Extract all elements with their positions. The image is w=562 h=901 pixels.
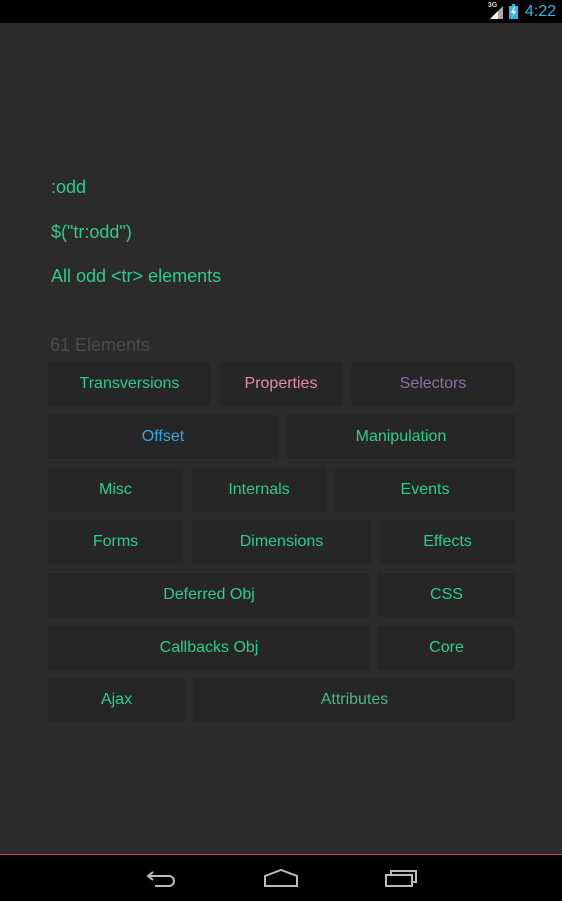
selector-description: All odd <tr> elements [51,266,222,286]
category-attributes[interactable]: Attributes [194,678,515,722]
category-label: Deferred Obj [163,586,255,603]
category-deferred-obj[interactable]: Deferred Obj [48,573,370,617]
selector-name: :odd [51,177,87,197]
category-label: Dimensions [239,533,324,550]
category-offset[interactable]: Offset [48,415,278,459]
recents-icon [385,870,417,887]
category-label: Selectors [399,375,467,392]
category-effects[interactable]: Effects [380,520,515,564]
elements-count: 61 Elements [50,335,151,355]
category-events[interactable]: Events [335,468,515,512]
category-label: Offset [141,428,185,445]
category-label: Ajax [100,691,133,708]
category-label: Events [400,481,450,498]
category-label: Internals [228,481,290,498]
category-label: Attributes [320,691,389,708]
category-label: Transversions [79,375,180,392]
category-forms[interactable]: Forms [48,520,183,564]
selector-usage: $("tr:odd") [51,222,132,242]
category-label: Callbacks Obj [159,639,259,656]
category-core[interactable]: Core [378,626,515,670]
home-button[interactable] [261,865,301,891]
category-label: CSS [430,586,463,603]
status-bar: 3G 4:22 [0,0,562,23]
category-label: Core [429,639,464,656]
back-icon [146,871,175,887]
category-label: Forms [92,533,139,550]
category-internals[interactable]: Internals [192,468,326,512]
category-label: Manipulation [355,428,447,445]
category-transversions[interactable]: Transversions [48,362,211,406]
category-manipulation[interactable]: Manipulation [287,415,515,459]
status-icons: 3G 4:22 [488,0,556,23]
category-label: Properties [244,375,318,392]
category-properties[interactable]: Properties [220,362,342,406]
category-ajax[interactable]: Ajax [48,678,185,722]
category-selectors[interactable]: Selectors [351,362,515,406]
category-misc[interactable]: Misc [48,468,183,512]
navigation-bar [0,854,562,901]
category-dimensions[interactable]: Dimensions [192,520,371,564]
home-icon [264,868,298,887]
signal-icon: 3G [488,2,504,20]
category-css[interactable]: CSS [378,573,515,617]
category-label: Effects [423,533,472,550]
recents-button[interactable] [381,865,421,891]
battery-charging-icon [508,4,518,19]
back-button[interactable] [141,865,181,891]
category-label: Misc [99,481,132,498]
clock: 4:22 [524,2,556,20]
category-callbacks-obj[interactable]: Callbacks Obj [48,626,370,670]
